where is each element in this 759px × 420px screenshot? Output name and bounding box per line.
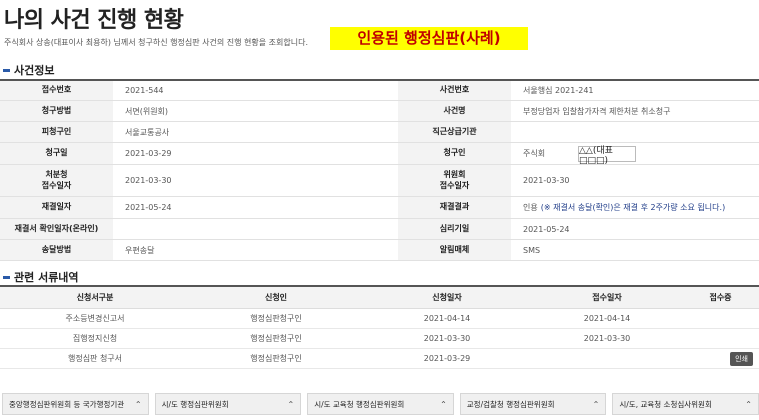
info-value: 2021-544	[125, 86, 164, 95]
info-label: 사건번호	[398, 81, 511, 100]
info-value: 2021-03-30	[125, 176, 172, 185]
column-header: 신청서구분	[76, 293, 114, 302]
doc-receipt: 인쇄	[682, 349, 759, 368]
info-value: 2021-05-24	[523, 224, 570, 234]
info-label: 사건명	[398, 101, 511, 121]
example-highlight-banner: 인용된 행정심판(사례)	[330, 27, 528, 50]
info-value: 우편송달	[125, 245, 155, 255]
claimant-name-overlay: △△(대표□□□)	[578, 146, 636, 166]
chevron-up-icon: ⌃	[134, 399, 142, 409]
case-info-title-text: 사건정보	[14, 64, 55, 77]
info-value: 서울행심 2021-241	[523, 86, 594, 95]
related-site-label: 중앙행정심판위원회 등 국가행정기관	[9, 399, 125, 409]
print-receipt-button[interactable]: 인쇄	[730, 351, 753, 366]
related-site-education-button[interactable]: 시/도 교육청 행정심판위원회 ⌃	[307, 393, 454, 415]
info-label: 청구방법	[0, 101, 113, 121]
chevron-up-icon: ⌃	[745, 399, 752, 409]
info-label: 청구일	[0, 143, 113, 164]
case-info-row: 청구일 2021-03-29 청구인 주식회	[0, 143, 759, 165]
case-info-row: 접수번호 2021-544 사건번호 서울행심 2021-241	[0, 81, 759, 101]
info-value	[511, 122, 759, 142]
case-info-row: 재결일자 2021-05-24 재결결과 인용 (※ 재결서 송달(확인)은 재…	[0, 197, 759, 219]
documents-header-row: 신청서구분 신청인 신청일자 접수일자 접수증	[0, 287, 759, 309]
info-value: 인용 (※ 재결서 송달(확인)은 재결 후 2주가량 소요 됩니다.)	[511, 197, 759, 218]
related-site-national-button[interactable]: 중앙행정심판위원회 등 국가행정기관 ⌃	[2, 393, 149, 415]
related-site-label: 시/도, 교육청 소청심사위원회	[619, 399, 712, 409]
info-value: 서면(위원회)	[125, 106, 169, 116]
info-label: 접수번호	[0, 81, 113, 100]
info-value: 서울교통공사	[125, 127, 170, 137]
info-value: 2021-03-29	[125, 149, 172, 158]
table-row: 행정심판 청구서 행정심판청구인 2021-03-29 인쇄	[0, 349, 759, 369]
related-site-prosecution-button[interactable]: 교정/검찰청 행정심판위원회 ⌃	[459, 393, 607, 415]
doc-applicant: 행정심판청구인	[250, 314, 302, 323]
info-label: 피청구인	[0, 122, 113, 142]
case-info-section-title: 사건정보	[3, 62, 54, 78]
doc-receipt	[682, 329, 759, 348]
doc-receipt	[682, 309, 759, 328]
page-title: 나의 사건 진행 현황	[4, 8, 184, 33]
table-row: 주소등변경신고서 행정심판청구인 2021-04-14 2021-04-14	[0, 309, 759, 329]
chevron-up-icon: ⌃	[592, 399, 600, 409]
case-info-row: 재결서 확인일자(온라인) 심리기일 2021-05-24	[0, 219, 759, 240]
related-sites-bar: 중앙행정심판위원회 등 국가행정기관 ⌃ 시/도 행정심판위원회 ⌃ 시/도 교…	[0, 393, 759, 415]
doc-type: 집행정지신청	[72, 334, 118, 343]
doc-applied-date: 2021-03-29	[423, 354, 471, 363]
doc-received-date: 2021-03-30	[583, 334, 631, 343]
doc-applicant: 행정심판청구인	[250, 354, 302, 363]
case-info-row: 청구방법 서면(위원회) 사건명 부정당업자 입찰참가자격 제한처분 취소청구	[0, 101, 759, 122]
chevron-up-icon: ⌃	[287, 399, 295, 409]
doc-applied-date: 2021-03-30	[423, 334, 471, 343]
related-site-province-button[interactable]: 시/도 행정심판위원회 ⌃	[154, 393, 302, 415]
chevron-up-icon: ⌃	[440, 399, 447, 409]
info-value: 2021-03-30	[523, 176, 570, 185]
case-info-table: 접수번호 2021-544 사건번호 서울행심 2021-241 청구방법 서면…	[0, 79, 759, 261]
page-description: 주식회사 상송(대표이사 최용하) 님께서 청구하신 행정심판 사건의 진행 현…	[4, 38, 308, 47]
column-header: 접수일자	[592, 293, 622, 302]
related-site-label: 교정/검찰청 행정심판위원회	[466, 399, 555, 409]
info-label: 심리기일	[398, 219, 511, 239]
section-bar-icon	[3, 275, 10, 279]
decision-result: 인용	[523, 203, 538, 212]
related-site-label: 시/도 교육청 행정심판위원회	[314, 399, 405, 409]
section-bar-icon	[3, 68, 10, 72]
info-label: 직근상급기관	[398, 122, 511, 142]
info-label: 재결일자	[0, 197, 113, 218]
case-info-row: 피청구인 서울교통공사 직근상급기관	[0, 122, 759, 143]
info-value: 부정당업자 입찰참가자격 제한처분 취소청구	[523, 106, 671, 116]
documents-table: 신청서구분 신청인 신청일자 접수일자 접수증 주소등변경신고서 행정심판청구인…	[0, 285, 759, 369]
decision-notice: (※ 재결서 송달(확인)은 재결 후 2주가량 소요 됩니다.)	[540, 203, 726, 212]
related-site-appeal-button[interactable]: 시/도, 교육청 소청심사위원회 ⌃	[612, 393, 759, 415]
doc-applicant: 행정심판청구인	[250, 334, 302, 343]
documents-section-title: 관련 서류내역	[3, 269, 79, 285]
case-info-row: 송달방법 우편송달 알림매체 SMS	[0, 240, 759, 261]
info-label: 위원회 접수일자	[398, 165, 511, 196]
documents-title-text: 관련 서류내역	[14, 271, 79, 284]
doc-received-date: 2021-04-14	[583, 314, 631, 323]
related-site-label: 시/도 행정심판위원회	[161, 399, 229, 409]
info-label: 알림매체	[398, 240, 511, 260]
info-value: SMS	[523, 245, 541, 255]
doc-type: 주소등변경신고서	[65, 314, 125, 323]
info-value: 2021-05-24	[125, 203, 172, 212]
info-label: 처분청 접수일자	[0, 165, 113, 196]
case-info-row: 처분청 접수일자 2021-03-30 위원회 접수일자 2021-03-30	[0, 165, 759, 197]
info-label: 송달방법	[0, 240, 113, 260]
column-header: 접수증	[709, 293, 732, 302]
doc-received-date	[532, 349, 682, 368]
info-label: 청구인	[398, 143, 511, 164]
table-row: 집행정지신청 행정심판청구인 2021-03-30 2021-03-30	[0, 329, 759, 349]
doc-applied-date: 2021-04-14	[423, 314, 471, 323]
column-header: 신청일자	[432, 293, 462, 302]
info-label: 재결서 확인일자(온라인)	[0, 219, 113, 239]
info-value	[113, 219, 398, 239]
info-label: 재결결과	[398, 197, 511, 218]
doc-type: 행정심판 청구서	[67, 354, 123, 363]
column-header: 신청인	[264, 293, 288, 302]
